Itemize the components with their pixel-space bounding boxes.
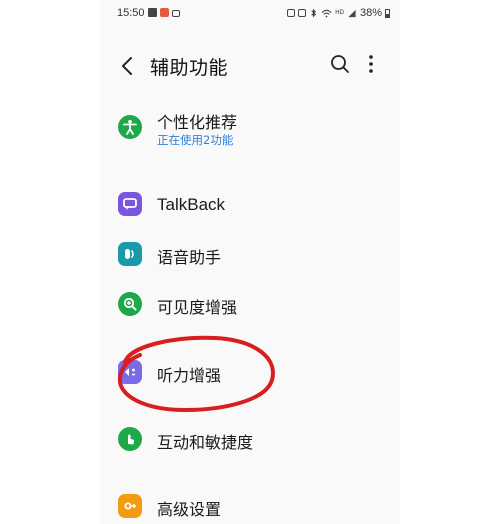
chevron-left-icon — [122, 57, 132, 75]
list-item-label: 互动和敏捷度 — [157, 433, 254, 452]
list-item-advanced[interactable]: 高级设置 — [100, 484, 400, 524]
list-item-label: 高级设置 — [157, 500, 222, 519]
list-item-label: 可见度增强 — [157, 298, 238, 317]
gallery-icon — [148, 8, 157, 17]
talkback-icon — [118, 192, 142, 216]
hearing-enhance-icon — [118, 360, 142, 384]
accessibility-person-icon — [118, 115, 142, 139]
voice-assistant-icon — [118, 242, 142, 266]
more-options-button[interactable] — [361, 53, 381, 75]
list-item-sublabel: 正在使用2功能 — [157, 133, 234, 147]
list-item-talkback[interactable]: TalkBack — [100, 182, 400, 226]
page-title: 辅助功能 — [150, 57, 229, 79]
battery-icon — [385, 8, 390, 18]
list-item-hearing[interactable]: 听力增强 — [100, 350, 400, 394]
back-button[interactable] — [116, 54, 140, 78]
advanced-settings-icon — [118, 494, 142, 518]
visibility-zoom-icon — [118, 292, 142, 316]
status-right-icons: HD 38% — [287, 7, 390, 19]
list-item-voice-assistant[interactable]: 语音助手 — [100, 232, 400, 276]
search-button[interactable] — [329, 53, 351, 75]
wifi-icon — [321, 9, 332, 17]
list-item-interaction[interactable]: 互动和敏捷度 — [100, 417, 400, 461]
status-time: 15:50 — [117, 7, 145, 19]
list-item-personalized[interactable]: 个性化推荐 正在使用2功能 — [100, 108, 400, 154]
lock-icon — [172, 10, 180, 17]
search-icon — [331, 55, 349, 73]
battery-percent: 38% — [359, 7, 382, 19]
app-notification-icon — [160, 8, 169, 17]
list-item-label: TalkBack — [157, 195, 226, 214]
screenshot-canvas: 15:50 HD 38% 辅助功能 个性化推荐 正在使用2功能 TalkBack… — [0, 0, 500, 524]
notification-icons — [148, 8, 180, 17]
more-vertical-icon — [369, 55, 373, 73]
list-item-label: 听力增强 — [157, 366, 222, 385]
vibrate-icon — [298, 9, 307, 17]
list-item-label: 语音助手 — [157, 248, 222, 267]
nfc-icon — [287, 9, 296, 17]
interaction-hand-icon — [118, 427, 142, 451]
list-item-label: 个性化推荐 — [157, 113, 238, 132]
signal-icon — [348, 9, 356, 17]
network-type-label: HD — [335, 10, 344, 16]
status-bar: 15:50 HD 38% — [100, 0, 400, 28]
bluetooth-icon — [311, 8, 317, 18]
phone-screen: 15:50 HD 38% 辅助功能 个性化推荐 正在使用2功能 TalkBack… — [100, 0, 400, 524]
app-header: 辅助功能 — [100, 44, 400, 88]
list-item-visibility[interactable]: 可见度增强 — [100, 282, 400, 326]
